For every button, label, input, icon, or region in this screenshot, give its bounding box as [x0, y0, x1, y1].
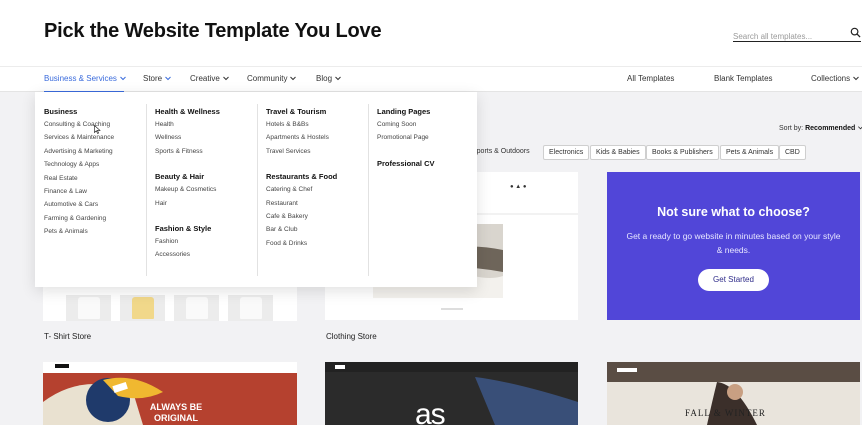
promo-card: Not sure what to choose? Get a ready to … [607, 172, 860, 320]
filter-chip[interactable]: Electronics [543, 145, 590, 160]
dropdown-heading[interactable]: Business [44, 107, 144, 121]
dropdown-heading[interactable]: Professional CV [377, 159, 477, 173]
dropdown-item[interactable]: Advertising & Marketing [44, 148, 144, 161]
nav-store[interactable]: Store [143, 74, 172, 83]
chevron-down-icon [335, 76, 341, 81]
dropdown-item[interactable]: Real Estate [44, 175, 144, 188]
dropdown-item[interactable]: Hair [155, 200, 255, 213]
filter-chip[interactable]: Books & Publishers [646, 145, 719, 160]
dropdown-heading[interactable]: Travel & Tourism [266, 107, 366, 121]
sort-by[interactable]: Sort by: Recommended [779, 124, 862, 132]
dropdown-item[interactable]: Coming Soon [377, 121, 477, 134]
template-title[interactable]: T- Shirt Store [44, 332, 91, 341]
nav-blog[interactable]: Blog [316, 74, 342, 83]
nav-community[interactable]: Community [247, 74, 297, 83]
sort-label: Sort by: [779, 125, 804, 132]
category-dropdown: Business Consulting & Coaching Services … [35, 92, 477, 287]
column-divider [257, 104, 258, 276]
nav-label: Creative [190, 74, 220, 83]
chevron-down-icon [165, 76, 171, 81]
dropdown-column: Landing Pages Coming Soon Promotional Pa… [377, 107, 477, 173]
chevron-down-icon [858, 126, 862, 130]
template-card-fall[interactable]: FALL & WINTER [607, 362, 860, 425]
nav-creative[interactable]: Creative [190, 74, 230, 83]
template-card-original[interactable]: ALWAYS BE ORIGINAL [43, 362, 297, 425]
promo-text: Get a ready to go website in minutes bas… [626, 231, 841, 255]
dropdown-heading[interactable]: Fashion & Style [155, 224, 255, 238]
dropdown-item[interactable]: Accessories [155, 251, 255, 264]
template-card-as[interactable]: as [325, 362, 578, 425]
dropdown-item[interactable]: Apartments & Hostels [266, 134, 366, 147]
nav-label: Store [143, 74, 163, 83]
nav-collections[interactable]: Collections [811, 74, 860, 83]
dropdown-heading[interactable]: Beauty & Hair [155, 172, 255, 186]
dropdown-item[interactable]: Bar & Club [266, 226, 366, 239]
dropdown-heading[interactable]: Landing Pages [377, 107, 477, 121]
template-title[interactable]: Clothing Store [326, 332, 377, 341]
mouse-cursor-icon [94, 125, 101, 134]
dropdown-item[interactable]: Food & Drinks [266, 240, 366, 253]
search-icon[interactable] [850, 27, 861, 38]
dropdown-column: Health & Wellness Health Wellness Sports… [155, 107, 255, 265]
nav-label: Business & Services [44, 74, 117, 83]
filter-chip[interactable]: Sports & Outdoors [470, 145, 535, 160]
tshirt-thumb [120, 295, 165, 321]
dropdown-item[interactable]: Automotive & Cars [44, 201, 144, 214]
thumb-text: ALWAYS BE ORIGINAL [149, 402, 203, 423]
dropdown-item[interactable]: Catering & Chef [266, 186, 366, 199]
dropdown-column: Travel & Tourism Hotels & B&Bs Apartment… [266, 107, 366, 253]
nav-blank-templates[interactable]: Blank Templates [714, 74, 773, 83]
tshirt-thumb [228, 295, 273, 321]
thumb-text: FALL & WINTER [685, 408, 766, 418]
dropdown-item[interactable]: Services & Maintenance [44, 134, 144, 147]
nav-all-templates[interactable]: All Templates [627, 74, 674, 83]
svg-text:● ▲ ●: ● ▲ ● [510, 184, 527, 190]
as-preview [325, 362, 578, 425]
header: Pick the Website Template You Love [0, 0, 862, 66]
dropdown-item[interactable]: Sports & Fitness [155, 148, 255, 161]
thumb-logo: as [415, 398, 446, 425]
sort-value: Recommended [805, 125, 856, 132]
tshirt-thumb [66, 295, 111, 321]
page-title: Pick the Website Template You Love [44, 20, 382, 42]
dropdown-item[interactable]: Restaurant [266, 200, 366, 213]
chevron-down-icon [222, 76, 229, 81]
category-nav: Business & Services Store Creative Commu… [0, 66, 862, 93]
filter-chip[interactable]: Kids & Babies [590, 145, 646, 160]
dropdown-item[interactable]: Farming & Gardening [44, 215, 144, 228]
filter-chip[interactable]: CBD [779, 145, 806, 160]
dropdown-heading[interactable]: Restaurants & Food [266, 172, 366, 186]
dropdown-item[interactable]: Technology & Apps [44, 161, 144, 174]
dropdown-item[interactable]: Health [155, 121, 255, 134]
dropdown-item[interactable]: Pets & Animals [44, 228, 144, 241]
nav-label: Community [247, 74, 288, 83]
chevron-down-icon [853, 76, 859, 81]
dropdown-item[interactable]: Finance & Law [44, 188, 144, 201]
dropdown-item[interactable]: Hotels & B&Bs [266, 121, 366, 134]
dropdown-item[interactable]: Fashion [155, 238, 255, 251]
column-divider [368, 104, 369, 276]
dropdown-item[interactable]: Wellness [155, 134, 255, 147]
search-bar[interactable] [733, 26, 861, 44]
nav-label: Collections [811, 74, 851, 83]
chevron-down-icon [290, 76, 297, 81]
search-input[interactable] [733, 29, 843, 44]
nav-business-services[interactable]: Business & Services [44, 74, 127, 83]
dropdown-heading[interactable]: Health & Wellness [155, 107, 255, 121]
dropdown-item[interactable]: Makeup & Cosmetics [155, 186, 255, 199]
promo-title: Not sure what to choose? [657, 205, 810, 219]
dropdown-item[interactable]: Travel Services [266, 148, 366, 161]
column-divider [146, 104, 147, 276]
nav-label: Blog [316, 74, 333, 83]
get-started-button[interactable]: Get Started [698, 269, 769, 291]
chevron-down-icon [120, 76, 126, 81]
tshirt-thumb [174, 295, 219, 321]
filter-chip[interactable]: Pets & Animals [720, 145, 780, 160]
dropdown-item[interactable]: Promotional Page [377, 134, 477, 147]
dropdown-item[interactable]: Cafe & Bakery [266, 213, 366, 226]
